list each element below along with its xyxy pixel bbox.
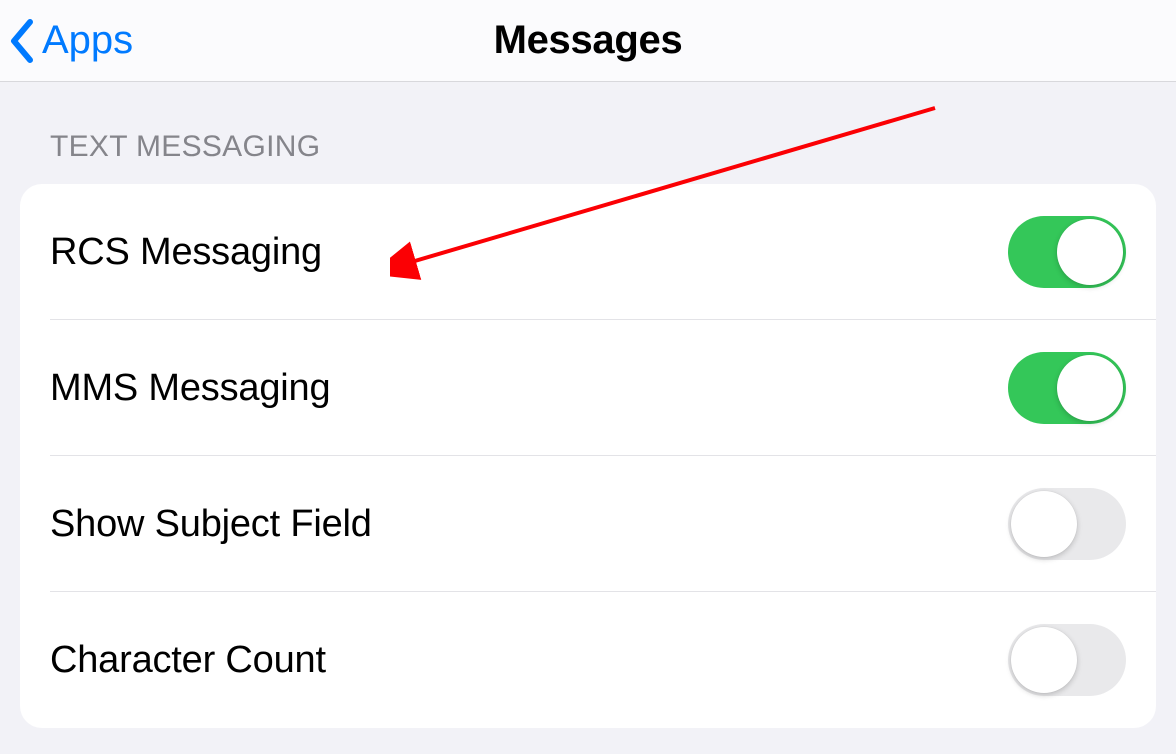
settings-group: RCS Messaging MMS Messaging Show Subject… <box>20 184 1156 728</box>
chevron-left-icon <box>8 18 36 64</box>
toggle-character-count[interactable] <box>1008 624 1126 696</box>
row-label: MMS Messaging <box>50 367 330 410</box>
toggle-knob <box>1057 219 1123 285</box>
row-label: RCS Messaging <box>50 231 322 274</box>
toggle-rcs-messaging[interactable] <box>1008 216 1126 288</box>
row-rcs-messaging: RCS Messaging <box>20 184 1156 320</box>
toggle-knob <box>1057 355 1123 421</box>
toggle-show-subject-field[interactable] <box>1008 488 1126 560</box>
row-show-subject-field: Show Subject Field <box>20 456 1156 592</box>
nav-header: Apps Messages <box>0 0 1176 82</box>
page-title: Messages <box>494 18 683 63</box>
section-header: TEXT MESSAGING <box>20 82 1156 184</box>
row-character-count: Character Count <box>20 592 1156 728</box>
toggle-knob <box>1011 491 1077 557</box>
row-mms-messaging: MMS Messaging <box>20 320 1156 456</box>
back-label: Apps <box>42 18 133 63</box>
content-area: TEXT MESSAGING RCS Messaging MMS Messagi… <box>0 82 1176 728</box>
row-label: Show Subject Field <box>50 503 372 546</box>
toggle-knob <box>1011 627 1077 693</box>
back-button[interactable]: Apps <box>8 18 133 64</box>
toggle-mms-messaging[interactable] <box>1008 352 1126 424</box>
row-label: Character Count <box>50 639 326 682</box>
